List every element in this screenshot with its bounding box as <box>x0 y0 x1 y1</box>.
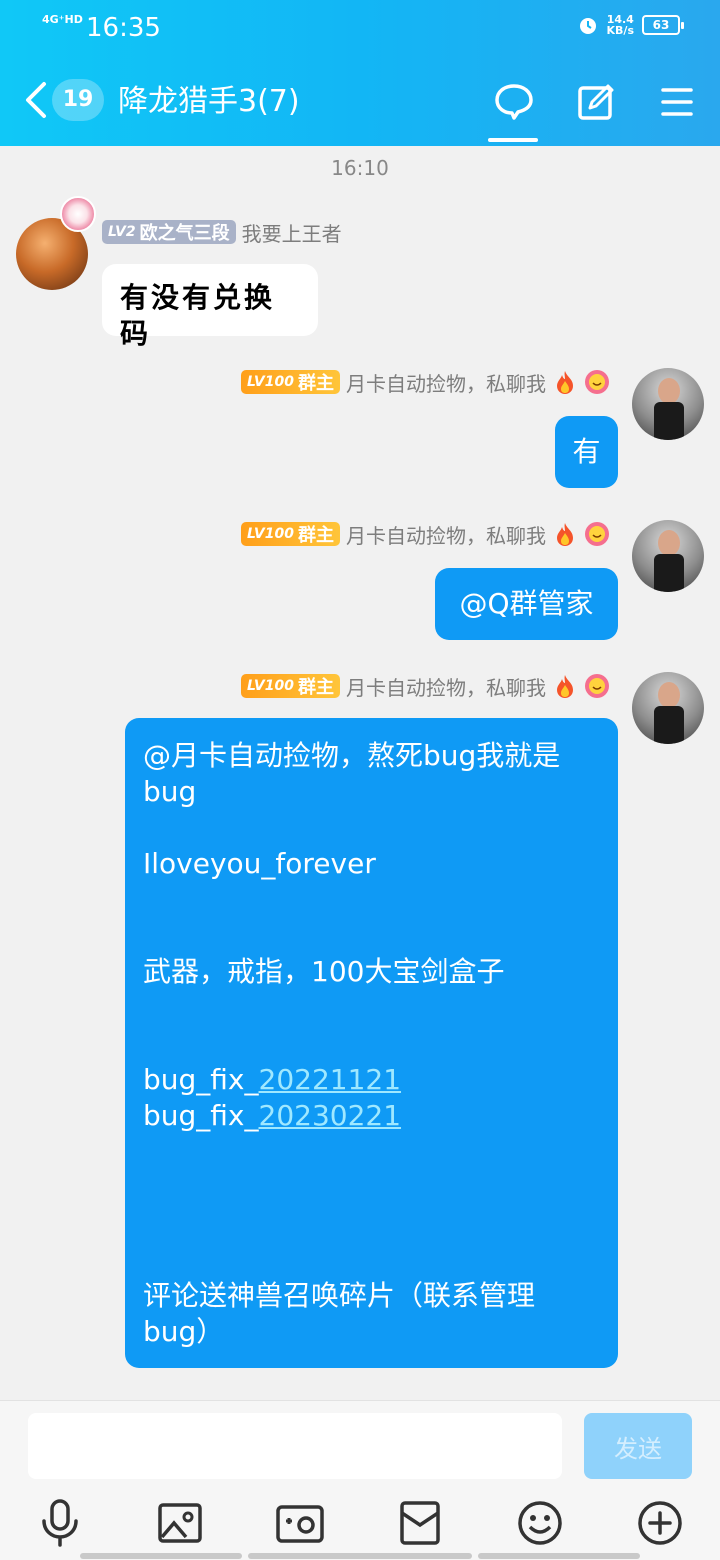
toolbar-scroll-indicator <box>478 1553 640 1559</box>
message-bubble[interactable]: 有 <box>555 416 618 488</box>
timestamp: 16:10 <box>331 156 389 180</box>
edit-icon[interactable] <box>574 80 618 124</box>
message-bubble[interactable]: @月卡自动捡物，熬死bug我就是 bug Iloveyou_forever 武器… <box>125 718 618 1368</box>
avatar[interactable] <box>632 672 704 744</box>
emoji-icon[interactable] <box>512 1495 568 1551</box>
active-tab-indicator <box>488 138 538 142</box>
smile-flower-icon <box>585 370 609 394</box>
fire-icon <box>557 523 573 546</box>
sender-meta: LV100 群主 月卡自动捡物，私聊我 <box>240 520 610 548</box>
sender-nickname: 月卡自动捡物，私聊我 <box>346 371 546 396</box>
menu-icon[interactable] <box>655 80 699 124</box>
toolbar-scroll-indicator <box>248 1553 472 1559</box>
red-packet-icon[interactable] <box>392 1495 448 1551</box>
status-bar: 4G⁺HD 16:35 14.4 KB/s 63 <box>0 0 720 56</box>
sender-meta: LV100 群主 月卡自动捡物，私聊我 <box>240 368 610 396</box>
level-badge: LV100 群主 <box>240 674 340 698</box>
network-indicator: 4G⁺HD <box>42 13 83 26</box>
smile-flower-icon <box>585 522 609 546</box>
header: 4G⁺HD 16:35 14.4 KB/s 63 19 降龙猎手3(7) <box>0 0 720 146</box>
status-right: 14.4 KB/s 63 <box>577 13 684 37</box>
send-button[interactable]: 发送 <box>584 1413 692 1479</box>
status-time: 16:35 <box>86 13 161 43</box>
fire-icon <box>557 675 573 698</box>
page-title: 降龙猎手3(7) <box>118 84 300 119</box>
sender-nickname: 月卡自动捡物，私聊我 <box>346 675 546 700</box>
sender-nickname: 我要上王者 <box>241 221 342 246</box>
mic-icon[interactable] <box>32 1495 88 1551</box>
plus-icon[interactable] <box>632 1495 688 1551</box>
alarm-icon <box>579 18 596 34</box>
smile-flower-icon <box>585 674 609 698</box>
nav-bar: 19 降龙猎手3(7) <box>0 64 720 146</box>
message-input[interactable] <box>28 1413 562 1479</box>
avatar[interactable] <box>632 520 704 592</box>
chat-icon[interactable] <box>492 80 536 124</box>
unread-badge[interactable]: 19 <box>52 79 104 121</box>
avatar-decoration-icon <box>60 196 96 232</box>
back-icon[interactable] <box>20 78 52 122</box>
date-link[interactable]: 20230221 <box>259 1099 402 1132</box>
fire-icon <box>557 371 573 394</box>
level-badge: LV2 欧之气三段 <box>102 220 236 244</box>
sender-meta: LV2 欧之气三段 我要上王者 <box>102 218 342 246</box>
input-area: 发送 <box>0 1400 720 1560</box>
sender-nickname: 月卡自动捡物，私聊我 <box>346 523 546 548</box>
message-bubble[interactable]: @Q群管家 <box>435 568 618 640</box>
avatar[interactable] <box>632 368 704 440</box>
toolbar-scroll-indicator <box>80 1553 242 1559</box>
level-badge: LV100 群主 <box>240 522 340 546</box>
battery-indicator: 63 <box>642 15 684 35</box>
level-badge: LV100 群主 <box>240 370 340 394</box>
date-link[interactable]: 20221121 <box>259 1063 402 1096</box>
image-icon[interactable] <box>152 1495 208 1551</box>
camera-icon[interactable] <box>272 1495 328 1551</box>
network-speed: 14.4 KB/s <box>606 13 634 37</box>
message-bubble[interactable]: 有没有兑换码 <box>102 264 318 350</box>
sender-meta: LV100 群主 月卡自动捡物，私聊我 <box>240 672 610 700</box>
